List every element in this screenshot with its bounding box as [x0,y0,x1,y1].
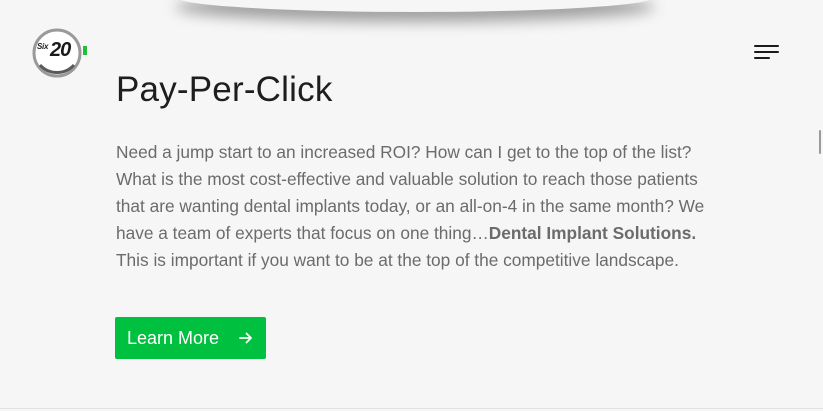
scrollbar-thumb[interactable] [819,130,821,154]
learn-more-button[interactable]: Learn More [115,317,266,359]
menu-line-bottom [754,57,770,59]
section-divider [0,408,823,409]
logo-prefix: Six [37,42,49,51]
arrow-right-icon [239,332,252,344]
learn-more-label: Learn More [127,328,220,348]
section-paragraph: Need a jump start to an increased ROI? H… [116,139,726,274]
hamburger-menu-icon[interactable] [754,44,780,60]
page: Six 20 Pay-Per-Click Need a jump start t… [0,0,823,411]
paragraph-bold-text: Dental Implant Solutions. [488,223,697,243]
paragraph-text-2: This is important if you want to be at t… [116,250,679,270]
site-logo[interactable]: Six 20 [31,27,91,79]
menu-line-middle [754,51,779,53]
logo-number: 20 [50,39,71,61]
logo-accent-bar [83,46,87,55]
top-shadow-decoration [175,0,655,12]
menu-line-top [754,45,779,47]
section-title: Pay-Per-Click [116,70,333,109]
